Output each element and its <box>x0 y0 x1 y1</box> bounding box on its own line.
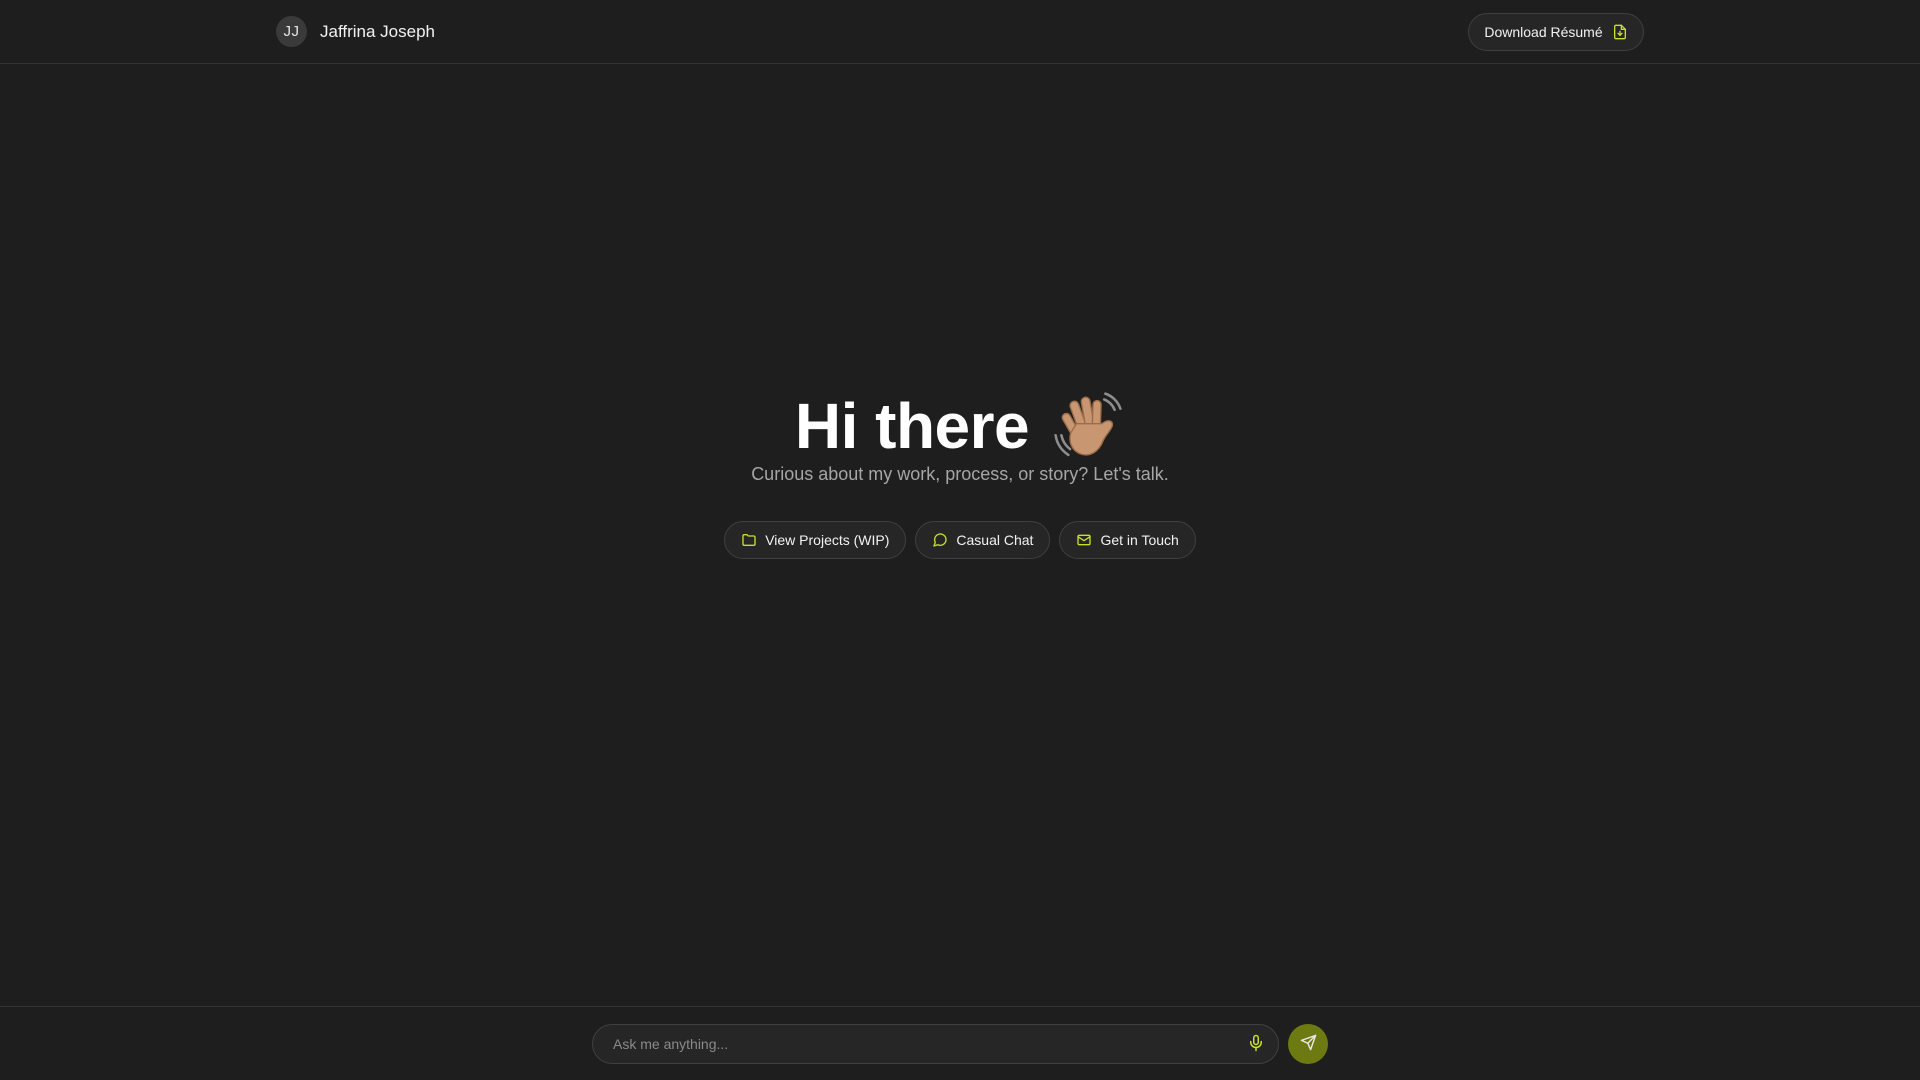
page: JJ Jaffrina Joseph Download Résumé Hi th… <box>0 0 1920 1080</box>
send-icon <box>1300 1034 1317 1054</box>
get-in-touch-label: Get in Touch <box>1100 532 1179 548</box>
microphone-button[interactable] <box>1244 1032 1268 1056</box>
microphone-icon <box>1247 1034 1265 1055</box>
download-resume-label: Download Résumé <box>1484 24 1603 40</box>
folder-icon <box>741 532 757 548</box>
waving-hand-icon <box>1051 389 1125 463</box>
view-projects-label: View Projects (WIP) <box>765 532 890 548</box>
casual-chat-label: Casual Chat <box>956 532 1034 548</box>
brand-link[interactable]: JJ Jaffrina Joseph <box>276 16 435 47</box>
mail-icon <box>1076 532 1092 548</box>
view-projects-button[interactable]: View Projects (WIP) <box>724 521 907 559</box>
chat-input[interactable] <box>613 1025 1213 1063</box>
chat-bar <box>0 1006 1920 1080</box>
download-resume-button[interactable]: Download Résumé <box>1468 13 1644 51</box>
chat-bubble-icon <box>932 532 948 548</box>
chat-input-container <box>592 1024 1279 1064</box>
hero-title: Hi there <box>794 390 1030 462</box>
brand-name: Jaffrina Joseph <box>320 21 435 41</box>
file-download-icon <box>1612 24 1628 40</box>
casual-chat-button[interactable]: Casual Chat <box>915 521 1051 559</box>
send-button[interactable] <box>1288 1024 1328 1064</box>
get-in-touch-button[interactable]: Get in Touch <box>1059 521 1196 559</box>
hero-heading: Hi there <box>0 384 1920 468</box>
top-header: JJ Jaffrina Joseph Download Résumé <box>0 0 1920 64</box>
hero-subtitle: Curious about my work, process, or story… <box>751 464 1169 484</box>
avatar: JJ <box>276 16 307 47</box>
quick-actions: View Projects (WIP) Casual Chat Get in T… <box>0 521 1920 559</box>
